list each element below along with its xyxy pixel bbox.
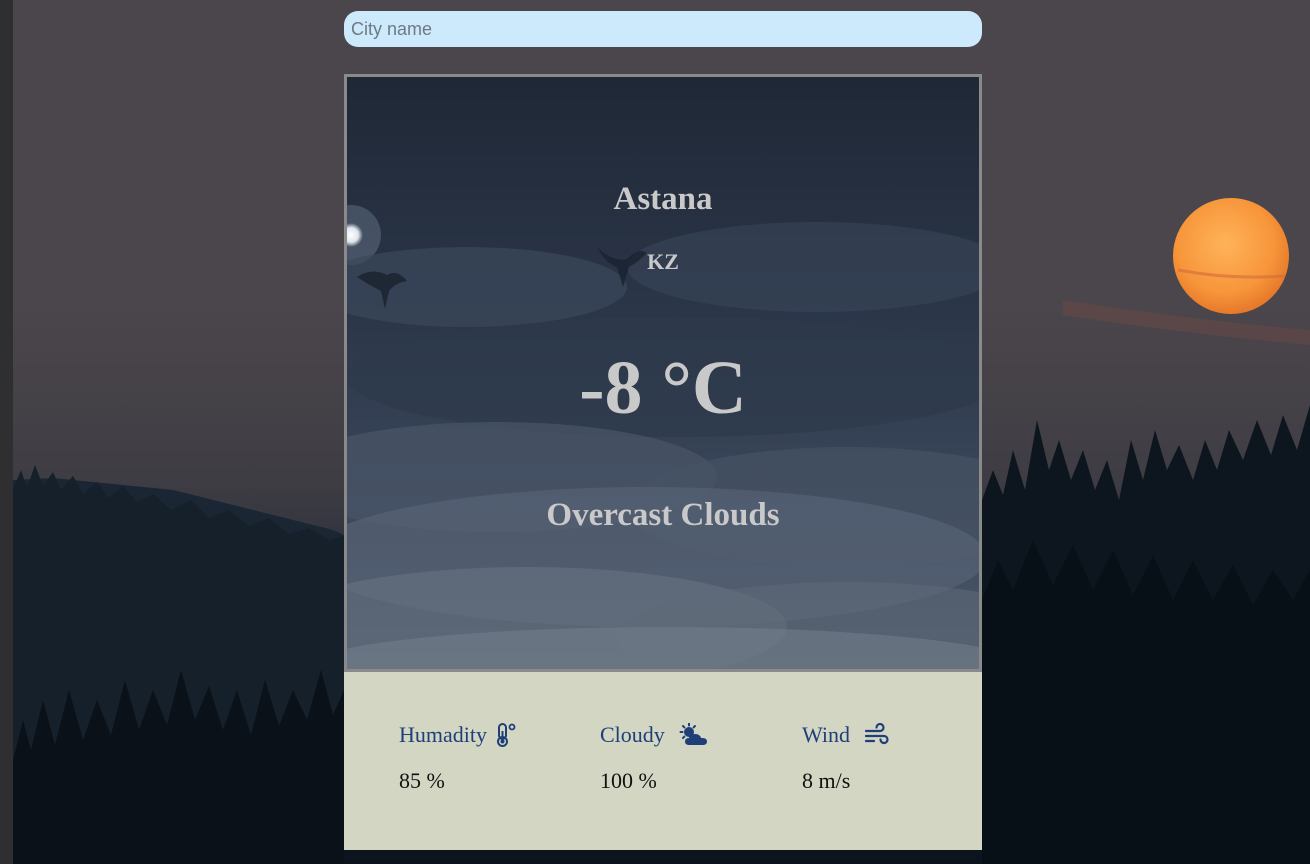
weather-details-panel: Humadity 85 % Cloudy 100 % Wind 8 m/s (344, 672, 982, 850)
cloudiness-value: 100 % (600, 768, 657, 793)
thermometer-icon (495, 723, 517, 747)
temperature-value: -8 °C (579, 346, 747, 430)
country-code: KZ (647, 249, 679, 274)
weather-card: Astana KZ -8 °C Overcast Clouds (344, 74, 982, 672)
wind-value: 8 m/s (802, 768, 851, 793)
sun-decoration (1173, 198, 1289, 314)
cloud-sun-icon (679, 723, 709, 747)
humidity-value: 85 % (399, 768, 445, 793)
page-left-edge (0, 0, 14, 864)
cloudiness-detail: Cloudy 100 % (600, 722, 790, 794)
wind-detail: Wind 8 m/s (802, 722, 992, 794)
city-search-input[interactable] (344, 11, 982, 47)
weather-description: Overcast Clouds (546, 497, 780, 533)
humidity-detail: Humadity 85 % (399, 722, 589, 794)
wind-icon (864, 723, 890, 747)
wind-label: Wind (802, 722, 850, 747)
humidity-label: Humadity (399, 722, 487, 747)
cloudiness-label: Cloudy (600, 722, 665, 747)
city-name: Astana (613, 181, 713, 217)
